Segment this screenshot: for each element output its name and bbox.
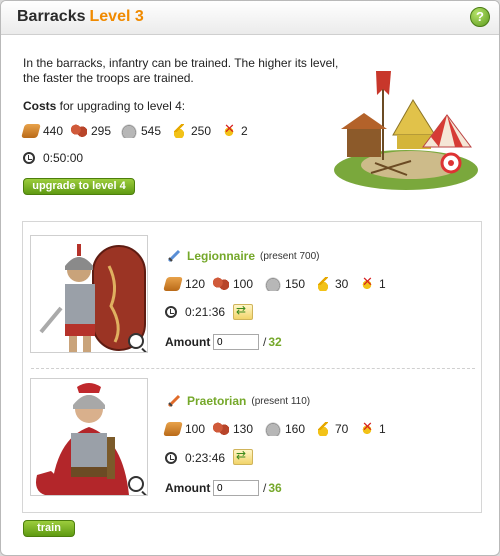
praetorian-cost-wood: 100 (163, 421, 206, 437)
units-panel: Legionnaire (present 700) 120 100 150 30… (22, 221, 482, 513)
wood-icon (163, 277, 183, 291)
train-button[interactable]: train (23, 520, 75, 537)
crop-icon (315, 277, 331, 291)
upkeep-value: 2 (241, 124, 248, 138)
praetorian-amount-input[interactable] (213, 480, 259, 496)
upgrade-button[interactable]: upgrade to level 4 (23, 178, 135, 195)
wood-value: 120 (185, 277, 206, 291)
training-time: 0:21:36 (185, 305, 226, 319)
clay-icon (71, 124, 87, 138)
upgrade-cost-crop: 250 (171, 123, 211, 139)
unit-name-link[interactable]: Praetorian (187, 394, 246, 408)
building-level: Level 3 (89, 8, 144, 25)
praetorian-title: Praetorian (present 110) (167, 394, 310, 408)
barracks-window: Barracks Level 3 ? In the barracks, infan… (0, 0, 500, 556)
upgrade-cost-clay: 295 (71, 123, 111, 139)
help-button[interactable]: ? (470, 7, 490, 27)
amount-label: Amount (165, 335, 211, 349)
training-time: 0:23:46 (185, 451, 226, 465)
clock-icon (165, 306, 177, 318)
iron-icon (121, 124, 137, 138)
praetorian-cost-clay: 130 (213, 421, 253, 437)
upgrade-cost-wood: 440 (21, 123, 64, 139)
praetorian-cost-upkeep: 1 (359, 419, 386, 437)
upkeep-icon (359, 419, 375, 436)
clay-icon (213, 277, 229, 291)
sword-icon (167, 394, 181, 408)
crop-icon (171, 124, 187, 138)
sword-icon (167, 249, 181, 263)
praetorian-max: /36 (263, 481, 282, 495)
clock-icon (165, 452, 177, 464)
legionnaire-cost-clay: 100 (213, 276, 253, 292)
legionnaire-portrait (30, 235, 148, 353)
legionnaire-title: Legionnaire (present 700) (167, 249, 320, 263)
clay-value: 295 (91, 124, 112, 138)
iron-icon (265, 277, 281, 291)
praetorian-cost-crop: 70 (315, 421, 348, 437)
amount-label: Amount (165, 481, 211, 495)
window-title: Barracks Level 3 (17, 8, 144, 26)
legionnaire-cost-iron: 150 (265, 276, 305, 292)
unit-name-link[interactable]: Legionnaire (187, 249, 255, 263)
building-name: Barracks (17, 8, 86, 25)
legionnaire-cost-crop: 30 (315, 276, 348, 292)
unit-present-count: (present 110) (251, 395, 311, 407)
title-bar: Barracks Level 3 ? (1, 1, 499, 35)
costs-rest: for upgrading to level 4: (56, 99, 186, 113)
wood-value: 100 (185, 422, 206, 436)
upgrade-costs-label: Costs for upgrading to level 4: (23, 99, 185, 113)
units-divider (31, 368, 475, 369)
building-description: In the barracks, infantry can be trained… (23, 56, 339, 85)
clay-value: 130 (233, 422, 254, 436)
iron-value: 160 (285, 422, 306, 436)
barracks-illustration (334, 71, 478, 190)
wood-icon (163, 422, 183, 436)
clay-value: 100 (233, 277, 254, 291)
npc-exchange-icon[interactable] (233, 303, 253, 320)
crop-value: 250 (191, 124, 212, 138)
wood-value: 440 (43, 124, 64, 138)
crop-value: 30 (335, 277, 349, 291)
praetorian-cost-iron: 160 (265, 421, 305, 437)
upkeep-icon (359, 274, 375, 291)
legionnaire-cost-wood: 120 (163, 276, 206, 292)
upgrade-time: 0:50:00 (23, 150, 83, 166)
upgrade-time-value: 0:50:00 (43, 151, 84, 165)
clock-icon (23, 152, 35, 164)
iron-value: 150 (285, 277, 306, 291)
iron-value: 545 (141, 124, 162, 138)
max-trainable-link[interactable]: 36 (268, 481, 281, 495)
costs-word: Costs (23, 99, 57, 113)
praetorian-portrait (30, 378, 148, 496)
zoom-icon[interactable] (128, 476, 144, 492)
upgrade-cost-upkeep: 2 (221, 121, 248, 139)
npc-exchange-icon[interactable] (233, 448, 253, 465)
upgrade-cost-iron: 545 (121, 123, 161, 139)
legionnaire-max: /32 (263, 335, 282, 349)
max-trainable-link[interactable]: 32 (268, 335, 281, 349)
wood-icon (21, 124, 41, 138)
clay-icon (213, 422, 229, 436)
crop-value: 70 (335, 422, 349, 436)
crop-icon (315, 422, 331, 436)
iron-icon (265, 422, 281, 436)
zoom-icon[interactable] (128, 333, 144, 349)
upkeep-icon (221, 121, 237, 138)
legionnaire-time: 0:21:36 (165, 304, 225, 320)
legionnaire-amount-input[interactable] (213, 334, 259, 350)
unit-present-count: (present 700) (260, 250, 320, 262)
legionnaire-cost-upkeep: 1 (359, 274, 386, 292)
praetorian-time: 0:23:46 (165, 450, 225, 466)
upkeep-value: 1 (379, 277, 386, 291)
upkeep-value: 1 (379, 422, 386, 436)
